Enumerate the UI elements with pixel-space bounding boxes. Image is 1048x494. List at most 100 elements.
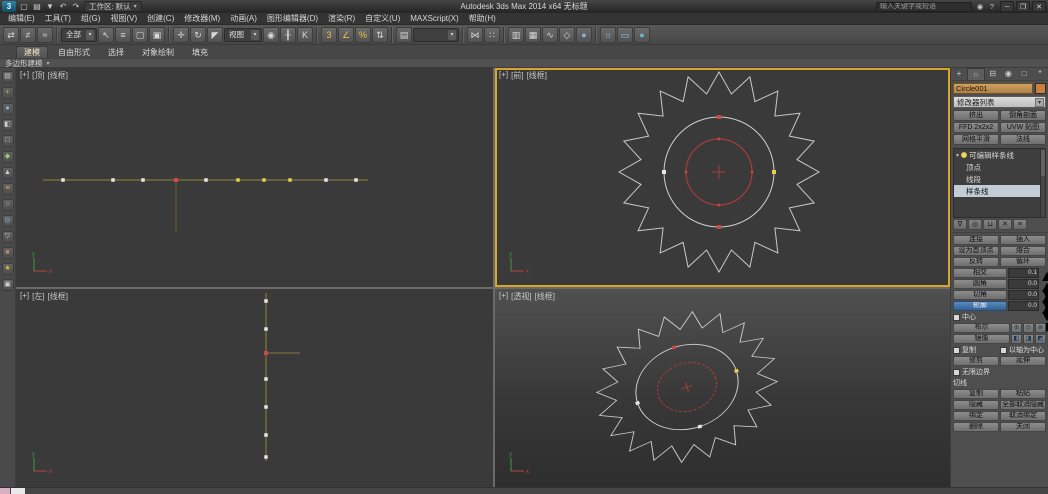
viewport-menu-shading[interactable]: [线框] [527,70,547,81]
show-end-result-icon[interactable]: ◎ [968,219,982,230]
object-color-swatch[interactable] [1035,83,1046,94]
select-and-manipulate-icon[interactable]: ╂ [280,26,296,43]
dock-solid-icon[interactable]: ■ [1,247,14,259]
window-crossing-toggle-icon[interactable]: ▣ [149,26,165,43]
viewport-menu-general[interactable]: [+] [499,70,508,81]
menu-item-8[interactable]: 渲染(R) [323,13,360,25]
modifier-set-button-1[interactable]: 倒角剖面 [1000,110,1046,121]
menu-item-0[interactable]: 编辑(E) [3,13,40,25]
rollout-button[interactable]: 复制 [953,389,999,399]
help-menu-icon[interactable]: ? [986,1,998,12]
search-input[interactable] [876,1,972,12]
ribbon-tab-1[interactable]: 自由形式 [50,46,98,58]
menu-item-6[interactable]: 动画(A) [225,13,262,25]
rollout-button[interactable]: 绑定 [953,411,999,421]
dock-half-icon[interactable]: ◧ [1,119,14,131]
app-logo-icon[interactable]: 3 [2,1,16,12]
stack-item[interactable]: 顶点 [954,161,1045,173]
menu-item-9[interactable]: 自定义(U) [360,13,405,25]
modifier-set-button-2[interactable]: FFD 2x2x2 [953,122,999,133]
stack-scrollbar[interactable] [1040,149,1045,217]
maximize-button[interactable]: ❐ [1016,1,1030,12]
spinner-arrows[interactable]: ▲▼ [1039,290,1048,325]
rollout-button[interactable]: 循环 [1000,257,1046,267]
rollout-button[interactable]: 延伸 [1000,356,1046,366]
rollout-option-icon[interactable]: ◩ [1035,334,1046,344]
undo-icon[interactable]: ↶ [57,1,69,12]
object-name-field[interactable]: Circle001 [953,83,1033,94]
sign-in-icon[interactable]: ◉ [974,1,986,12]
material-editor-icon[interactable]: ● [576,26,592,43]
dock-tri-icon[interactable]: ▲ [1,167,14,179]
rollout-button[interactable]: 布尔 [953,323,1010,333]
expand-icon[interactable]: ▾ [956,152,959,159]
ribbon-panel-label[interactable]: 多边形建模 [5,58,43,69]
viewport-menu-pov[interactable]: [左] [32,291,44,302]
viewport-top[interactable]: [+] [顶] [线框] xy [16,68,493,287]
spinner-field[interactable]: 0.0▲▼ [1008,301,1048,336]
rollout-option-icon[interactable]: ◧ [1011,334,1022,344]
modifier-list-dropdown[interactable]: 修改器列表 ▾ [953,96,1046,108]
spinner-arrows[interactable]: ▲▼ [1039,268,1048,303]
spinner-arrows[interactable]: ▲▼ [1039,301,1048,336]
checkbox-icon[interactable] [953,313,960,321]
rollout-button[interactable]: 反转 [953,257,999,267]
menu-item-3[interactable]: 视图(V) [105,13,142,25]
angle-snap-toggle-icon[interactable]: ∠ [338,26,354,43]
spinner-field[interactable]: 0.1▲▼ [1008,268,1048,303]
dock-target-icon[interactable]: ◎ [1,215,14,227]
rollout-button[interactable]: 取消绑定 [1000,411,1046,421]
redo-icon[interactable]: ↷ [70,1,82,12]
visibility-bulb-icon[interactable] [961,152,968,158]
render-setup-icon[interactable]: ☼ [600,26,616,43]
rollout-button[interactable]: 轮廓 [953,301,1007,311]
viewport-menu-shading[interactable]: [线框] [535,291,555,302]
align-icon[interactable]: ∷ [484,26,500,43]
named-selection-sets-dropdown[interactable]: ▾ [413,27,459,42]
select-by-name-icon[interactable]: ≡ [115,26,131,43]
save-file-icon[interactable]: ▼ [44,1,56,12]
dock-box-icon[interactable]: □ [1,135,14,147]
ribbon-tab-3[interactable]: 对象绘制 [134,46,182,58]
checkbox-icon[interactable] [953,368,960,376]
rollout-button[interactable]: 关闭 [1000,422,1046,432]
rollout-option-icon[interactable]: ⊕ [1011,323,1022,333]
ribbon-tab-4[interactable]: 填充 [184,46,216,58]
spinner-value[interactable]: 0.0 [1008,290,1039,300]
rollout-button[interactable]: 相交 [953,268,1007,278]
modifier-set-button-3[interactable]: UVW 贴图 [1000,122,1046,133]
stack-item[interactable]: 线段 [954,173,1045,185]
render-production-icon[interactable]: ● [634,26,650,43]
toggle-ribbon-icon[interactable]: ▦ [525,26,541,43]
stack-item[interactable]: ▾ 可编辑样条线 [954,149,1045,161]
curve-editor-icon[interactable]: ∿ [542,26,558,43]
reference-coordinate-system-dropdown[interactable]: 视图 ▾ [224,27,262,42]
menu-item-7[interactable]: 图形编辑器(D) [262,13,323,25]
menu-item-11[interactable]: 帮助(H) [464,13,501,25]
tab-display[interactable]: □ [1016,68,1032,80]
use-pivot-point-center-icon[interactable]: ◉ [263,26,279,43]
modifier-set-button-5[interactable]: 法线 [1000,134,1046,145]
dock-sphere-icon[interactable]: ● [1,103,14,115]
maxscript-mini-listener[interactable] [0,488,10,494]
rectangular-selection-region-icon[interactable]: ▢ [132,26,148,43]
rollout-checkbox[interactable]: 无限边界 [953,367,1046,377]
viewport-menu-pov[interactable]: [透视] [511,291,531,302]
select-and-rotate-icon[interactable]: ↻ [190,26,206,43]
tab-hierarchy[interactable]: ⊟ [985,68,1001,80]
minimize-button[interactable]: ─ [1000,1,1014,12]
edit-named-selection-sets-icon[interactable]: ▤ [396,26,412,43]
ribbon-tab-0[interactable]: 建模 [16,46,48,58]
schematic-view-icon[interactable]: ◇ [559,26,575,43]
configure-modifier-sets-icon[interactable]: ≡ [1013,219,1027,230]
stack-item[interactable]: 样条线 [954,185,1045,197]
viewport-menu-general[interactable]: [+] [20,70,29,81]
rollout-checkbox[interactable]: 以轴为中心 [1000,345,1046,355]
maxscript-mini-listener-input[interactable] [11,488,25,494]
spinner-field[interactable]: 0.0▲▼ [1008,279,1048,314]
rollout-button[interactable]: 修剪 [953,356,999,366]
select-and-scale-icon[interactable]: ◤ [207,26,223,43]
dock-lines-icon[interactable]: ≡ [1,183,14,195]
menu-item-1[interactable]: 工具(T) [40,13,76,25]
viewport-menu-shading[interactable]: [线框] [48,291,68,302]
